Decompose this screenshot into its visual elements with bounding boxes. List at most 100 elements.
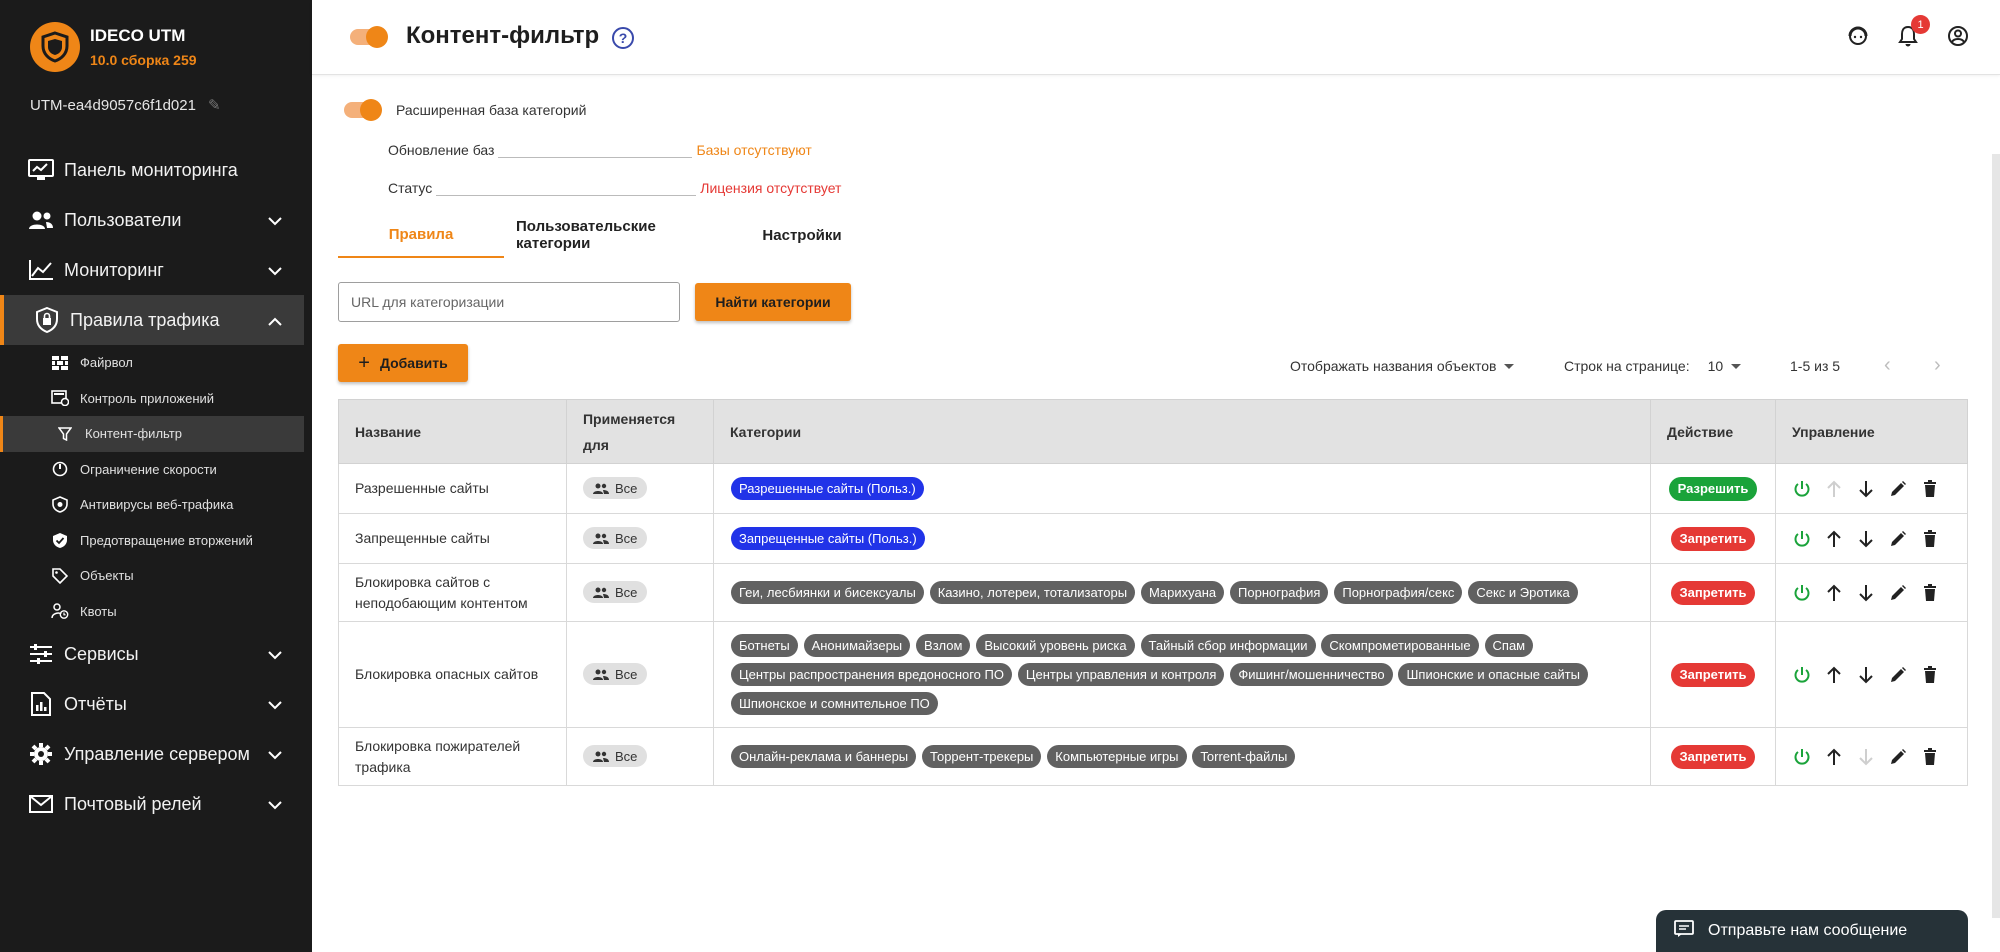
sidebar-subitem-ips[interactable]: Предотвращение вторжений: [0, 523, 304, 559]
edit-pencil-icon[interactable]: [1888, 747, 1908, 767]
column-header[interactable]: Действие: [1650, 399, 1776, 464]
delete-trash-icon[interactable]: [1920, 583, 1940, 603]
category-chip[interactable]: Шпионское и сомнительное ПО: [730, 692, 938, 715]
category-chip[interactable]: Казино, лотереи, тотализаторы: [929, 581, 1136, 604]
column-header[interactable]: Название: [338, 399, 567, 464]
power-icon[interactable]: [1792, 665, 1812, 685]
arrow-down-icon[interactable]: [1856, 529, 1876, 549]
category-chip[interactable]: Torrent-файлы: [1192, 745, 1296, 768]
arrow-up-icon[interactable]: [1824, 665, 1844, 685]
column-header[interactable]: Применяется для: [565, 399, 714, 464]
category-chip[interactable]: Марихуана: [1140, 581, 1225, 604]
edit-pencil-icon[interactable]: [1888, 479, 1908, 499]
prev-page-icon[interactable]: ‹: [1884, 354, 1891, 377]
column-header[interactable]: Категории: [712, 399, 1652, 464]
sidebar-item-dashboard[interactable]: Панель мониторинга: [0, 145, 304, 195]
arrow-down-icon[interactable]: [1856, 583, 1876, 603]
category-chip[interactable]: Порнография/секс: [1334, 581, 1463, 604]
category-chip[interactable]: Разрешенные сайты (Польз.): [730, 477, 924, 500]
category-chip[interactable]: Ботнеты: [730, 634, 798, 657]
category-chip[interactable]: Анонимайзеры: [803, 634, 911, 657]
category-chip[interactable]: Запрещенные сайты (Польз.): [730, 527, 925, 550]
sidebar-item-mail-relay[interactable]: Почтовый релей: [0, 779, 304, 829]
category-chip[interactable]: Взлом: [916, 634, 971, 657]
category-chip[interactable]: Геи, лесбиянки и бисексуалы: [730, 581, 924, 604]
display-names-select[interactable]: Отображать названия объектов: [1290, 358, 1515, 374]
arrow-down-icon[interactable]: [1856, 479, 1876, 499]
sidebar-item-server-management[interactable]: Управление сервером: [0, 729, 304, 779]
sidebar-item-services[interactable]: Сервисы: [0, 629, 304, 679]
table-row[interactable]: Блокировка опасных сайтов Все Ботнеты Анон…: [338, 621, 1969, 728]
sidebar-item-reports[interactable]: Отчёты: [0, 679, 304, 729]
category-chip[interactable]: Онлайн-реклама и баннеры: [730, 745, 917, 768]
power-icon[interactable]: [1792, 747, 1812, 767]
delete-trash-icon[interactable]: [1920, 665, 1940, 685]
category-chip[interactable]: Порнография: [1230, 581, 1329, 604]
sidebar-subitem-objects[interactable]: Объекты: [0, 558, 304, 594]
mail-icon: [26, 791, 56, 817]
category-chip[interactable]: Центры распространения вредоносного ПО: [730, 663, 1012, 686]
sidebar-subitem-app-control[interactable]: Контроль приложений: [0, 381, 304, 417]
sidebar-subitem-firewall[interactable]: Файрвол: [0, 345, 304, 381]
chevron-down-icon: [268, 744, 282, 765]
arrow-down-icon[interactable]: [1856, 665, 1876, 685]
table-row[interactable]: Блокировка сайтов с неподобающим контент…: [338, 563, 1969, 622]
arrow-up-icon[interactable]: [1824, 583, 1844, 603]
url-categorize-input[interactable]: [338, 282, 680, 322]
sidebar-item-traffic-rules[interactable]: Правила трафика: [0, 295, 304, 345]
edit-pencil-icon[interactable]: ✎: [208, 96, 221, 114]
content-filter-toggle[interactable]: [350, 26, 388, 48]
account-circle-icon[interactable]: [1946, 24, 1970, 48]
applies-chip[interactable]: Все: [582, 477, 648, 500]
category-chip[interactable]: Тайный сбор информации: [1140, 634, 1316, 657]
sidebar-subitem-speed-limit[interactable]: Ограничение скорости: [0, 452, 304, 488]
tab-settings[interactable]: Настройки: [736, 212, 868, 258]
arrow-up-icon[interactable]: [1824, 529, 1844, 549]
sidebar-item-users[interactable]: Пользователи: [0, 195, 304, 245]
sidebar-subitem-content-filter[interactable]: Контент-фильтр: [0, 416, 304, 452]
sidebar-subitem-web-antivirus[interactable]: Антивирусы веб-трафика: [0, 487, 304, 523]
help-icon[interactable]: ?: [612, 27, 634, 49]
arrow-up-icon[interactable]: [1824, 747, 1844, 767]
table-row[interactable]: Разрешенные сайты Все Разрешенные сайты (П…: [338, 463, 1969, 514]
notifications-bell-icon[interactable]: 1: [1896, 15, 1930, 48]
category-chip[interactable]: Торрент-трекеры: [922, 745, 1042, 768]
category-chip[interactable]: Шпионские и опасные сайты: [1398, 663, 1588, 686]
scrollbar[interactable]: [1992, 154, 2000, 918]
tab-rules[interactable]: Правила: [338, 212, 504, 258]
category-chip[interactable]: Фишинг/мошенничество: [1230, 663, 1393, 686]
applies-chip[interactable]: Все: [582, 663, 648, 686]
support-agent-icon[interactable]: [1846, 24, 1870, 48]
next-page-icon[interactable]: ›: [1934, 354, 1941, 377]
rows-per-page-select[interactable]: 10: [1708, 358, 1742, 374]
edit-pencil-icon[interactable]: [1888, 665, 1908, 685]
delete-trash-icon[interactable]: [1920, 529, 1940, 549]
sidebar-subitem-quotas[interactable]: Квоты: [0, 594, 304, 630]
applies-chip[interactable]: Все: [582, 527, 648, 550]
applies-chip[interactable]: Все: [582, 745, 648, 768]
category-chip[interactable]: Секс и Эротика: [1468, 581, 1578, 604]
extended-db-toggle[interactable]: [344, 99, 382, 121]
power-icon[interactable]: [1792, 529, 1812, 549]
power-icon[interactable]: [1792, 479, 1812, 499]
add-button[interactable]: + Добавить: [338, 344, 468, 382]
delete-trash-icon[interactable]: [1920, 747, 1940, 767]
table-row[interactable]: Блокировка пожирателей трафика Все Онлайн-…: [338, 727, 1969, 786]
tab-custom-categories[interactable]: Пользовательские категории: [504, 212, 736, 258]
category-chip[interactable]: Спам: [1484, 634, 1534, 657]
applies-chip[interactable]: Все: [582, 581, 648, 604]
category-chip[interactable]: Компьютерные игры: [1047, 745, 1187, 768]
edit-pencil-icon[interactable]: [1888, 583, 1908, 603]
table-row[interactable]: Запрещенные сайты Все Запрещенные сайты (П…: [338, 513, 1969, 564]
sidebar-item-monitoring[interactable]: Мониторинг: [0, 245, 304, 295]
edit-pencil-icon[interactable]: [1888, 529, 1908, 549]
delete-trash-icon[interactable]: [1920, 479, 1940, 499]
power-icon[interactable]: [1792, 583, 1812, 603]
brand[interactable]: IDECO UTM 10.0 сборка 259: [30, 22, 197, 72]
find-categories-button[interactable]: Найти категории: [695, 283, 851, 321]
category-chip[interactable]: Скомпрометированные: [1321, 634, 1479, 657]
category-chip[interactable]: Центры управления и контроля: [1017, 663, 1225, 686]
send-message-widget[interactable]: Отправьте нам сообщение: [1656, 910, 1968, 952]
shield-lock-icon: [32, 307, 62, 333]
category-chip[interactable]: Высокий уровень риска: [976, 634, 1135, 657]
